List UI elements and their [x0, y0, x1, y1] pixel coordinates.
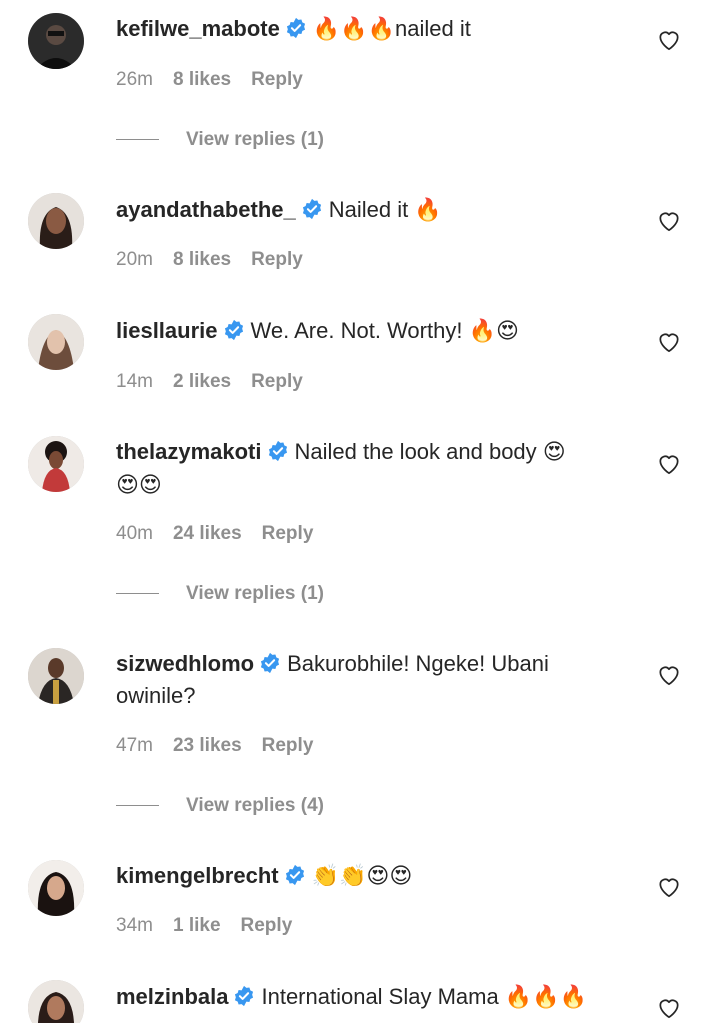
comment-meta: 14m 2 likes Reply — [116, 371, 303, 393]
comment-text: thelazymakoti Nailed the look and body 😍 😍… — [116, 436, 616, 502]
comment-body: Bakurobhile! Ngeke! Ubani — [287, 651, 549, 676]
comment-text: kimengelbrecht 👏👏😍😍 — [116, 860, 616, 893]
username[interactable]: ayandathabethe_ — [116, 197, 296, 222]
comment-body: We. Are. Not. Worthy! — [250, 318, 469, 343]
comment-meta: 40m 24 likes Reply — [116, 523, 313, 545]
comment-meta: 26m 8 likes Reply — [116, 69, 303, 91]
view-replies-label: View replies (4) — [186, 795, 324, 816]
verified-badge-icon — [223, 319, 245, 341]
verified-badge-icon — [259, 652, 281, 674]
username[interactable]: thelazymakoti — [116, 439, 262, 464]
divider-line — [116, 139, 159, 141]
username[interactable]: sizwedhlomo — [116, 651, 254, 676]
username[interactable]: melzinbala — [116, 984, 228, 1009]
timestamp: 40m — [116, 523, 153, 544]
timestamp: 14m — [116, 371, 153, 392]
like-heart-icon[interactable] — [656, 995, 682, 1021]
comment-body: Nailed the look and body — [294, 439, 543, 464]
avatar[interactable] — [28, 860, 84, 916]
view-replies-button[interactable]: View replies (4) — [116, 795, 324, 817]
divider-line — [116, 593, 159, 595]
reply-button[interactable]: Reply — [262, 523, 314, 544]
likes-count[interactable]: 8 likes — [173, 69, 231, 90]
verified-badge-icon — [267, 440, 289, 462]
avatar[interactable] — [28, 648, 84, 704]
like-heart-icon[interactable] — [656, 662, 682, 688]
reply-button[interactable]: Reply — [241, 915, 293, 936]
timestamp: 26m — [116, 69, 153, 90]
likes-count[interactable]: 24 likes — [173, 523, 242, 544]
fire-emoji: 🔥 — [414, 198, 442, 223]
verified-badge-icon — [285, 17, 307, 39]
emoji: 🔥😍 — [468, 319, 519, 344]
emoji: 😍😍 — [116, 473, 162, 498]
comment-meta: 20m 8 likes Reply — [116, 249, 303, 271]
verified-badge-icon — [301, 198, 323, 220]
timestamp: 34m — [116, 915, 153, 936]
comment-meta: 34m 1 like Reply — [116, 915, 292, 937]
username[interactable]: kefilwe_mabote — [116, 16, 280, 41]
username[interactable]: kimengelbrecht — [116, 863, 279, 888]
view-replies-button[interactable]: View replies (1) — [116, 129, 324, 151]
emoji: 😍 — [542, 440, 566, 465]
username[interactable]: liesllaurie — [116, 318, 218, 343]
timestamp: 47m — [116, 735, 153, 756]
like-heart-icon[interactable] — [656, 329, 682, 355]
like-heart-icon[interactable] — [656, 874, 682, 900]
like-heart-icon[interactable] — [656, 208, 682, 234]
comment-body-continued: owinile? — [116, 683, 196, 708]
comment-text: kefilwe_mabote 🔥🔥🔥nailed it — [116, 13, 616, 46]
verified-badge-icon — [284, 864, 306, 886]
comment-body: Nailed it — [328, 197, 415, 222]
avatar[interactable] — [28, 980, 84, 1023]
comment-text: sizwedhlomo Bakurobhile! Ngeke! Ubani owin… — [116, 648, 616, 712]
verified-badge-icon — [233, 985, 255, 1007]
fire-emoji: 🔥🔥🔥 — [312, 17, 396, 42]
reply-button[interactable]: Reply — [251, 69, 303, 90]
likes-count[interactable]: 1 like — [173, 915, 221, 936]
avatar[interactable] — [28, 13, 84, 69]
timestamp: 20m — [116, 249, 153, 270]
emoji: 👏👏😍😍 — [311, 864, 413, 889]
likes-count[interactable]: 2 likes — [173, 371, 231, 392]
avatar[interactable] — [28, 436, 84, 492]
likes-count[interactable]: 23 likes — [173, 735, 242, 756]
divider-line — [116, 805, 159, 807]
comment-meta: 47m 23 likes Reply — [116, 735, 313, 757]
fire-emoji: 🔥🔥🔥 — [504, 985, 588, 1010]
comment-text: ayandathabethe_ Nailed it 🔥 — [116, 194, 616, 227]
comment-text: melzinbala International Slay Mama 🔥🔥🔥 — [116, 981, 616, 1014]
view-replies-label: View replies (1) — [186, 129, 324, 150]
comment-body: nailed it — [395, 16, 471, 41]
reply-button[interactable]: Reply — [262, 735, 314, 756]
view-replies-button[interactable]: View replies (1) — [116, 583, 324, 605]
view-replies-label: View replies (1) — [186, 583, 324, 604]
like-heart-icon[interactable] — [656, 451, 682, 477]
comment-text: liesllaurie We. Are. Not. Worthy! 🔥😍 — [116, 315, 616, 348]
reply-button[interactable]: Reply — [251, 371, 303, 392]
avatar[interactable] — [28, 193, 84, 249]
likes-count[interactable]: 8 likes — [173, 249, 231, 270]
avatar[interactable] — [28, 314, 84, 370]
like-heart-icon[interactable] — [656, 27, 682, 53]
reply-button[interactable]: Reply — [251, 249, 303, 270]
comment-body: International Slay Mama — [261, 984, 505, 1009]
